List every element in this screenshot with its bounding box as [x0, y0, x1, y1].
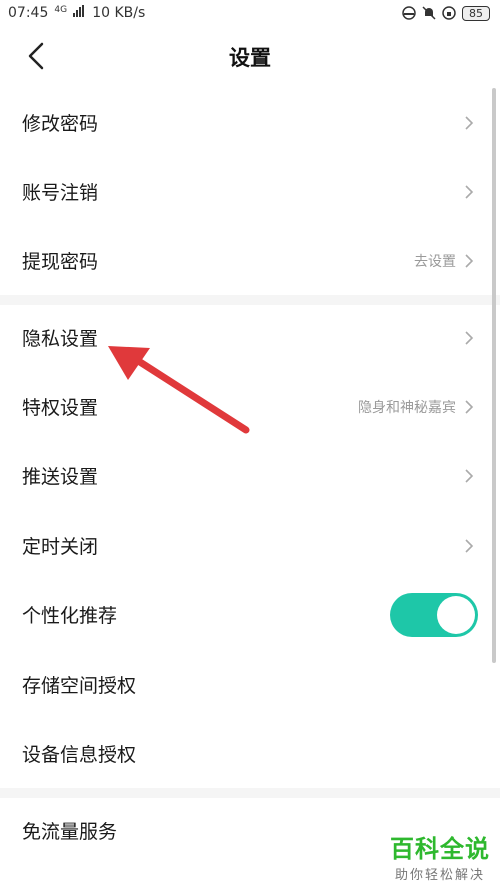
- do-not-disturb-icon: [402, 6, 416, 20]
- chevron-right-icon: [465, 184, 474, 199]
- battery-indicator: 85: [462, 5, 490, 21]
- row-label: 提现密码: [22, 251, 99, 273]
- personalized-toggle[interactable]: [390, 592, 478, 637]
- toggle-knob: [437, 595, 475, 634]
- row-value: 去设置: [414, 253, 456, 270]
- header: 设置: [0, 28, 500, 84]
- row-label: 设备信息授权: [22, 744, 137, 766]
- row-label: 账号注销: [22, 182, 99, 204]
- settings-row-timer-off[interactable]: 定时关闭: [0, 511, 490, 580]
- row-label: 修改密码: [22, 113, 99, 135]
- alarm-lock-icon: [442, 6, 456, 20]
- status-left: 07:45 4G 10 KB/s: [8, 5, 145, 21]
- chevron-right-icon: [465, 538, 474, 553]
- row-label: 存储空间授权: [22, 675, 137, 697]
- page-title: 设置: [229, 46, 271, 70]
- status-right: 85: [402, 5, 490, 21]
- settings-row-storage-permission[interactable]: 存储空间授权: [0, 650, 490, 719]
- watermark-title: 百科全说: [390, 835, 490, 863]
- settings-row-change-password[interactable]: 修改密码: [0, 88, 490, 157]
- settings-row-privileges[interactable]: 特权设置 隐身和神秘嘉宾: [0, 372, 490, 441]
- watermark: 百科全说 助你轻松解决: [390, 829, 490, 883]
- settings-row-withdraw-password[interactable]: 提现密码 去设置: [0, 226, 490, 295]
- chevron-right-icon: [465, 399, 474, 414]
- settings-row-push[interactable]: 推送设置: [0, 441, 490, 510]
- settings-row-device-info-permission[interactable]: 设备信息授权: [0, 719, 490, 788]
- chevron-right-icon: [465, 330, 474, 345]
- settings-row-privacy[interactable]: 隐私设置: [0, 303, 490, 372]
- row-value: 隐身和神秘嘉宾: [358, 399, 456, 416]
- bell-muted-icon: [422, 6, 436, 20]
- chevron-right-icon: [465, 253, 474, 268]
- chevron-right-icon: [465, 468, 474, 483]
- network-speed: 10 KB/s: [92, 4, 146, 21]
- signal-icon: [73, 5, 85, 18]
- watermark-subtitle: 助你轻松解决: [394, 868, 485, 883]
- row-label: 推送设置: [22, 466, 99, 488]
- scrollbar[interactable]: [492, 88, 496, 663]
- status-time: 07:45: [8, 4, 49, 21]
- chevron-right-icon: [465, 115, 474, 130]
- row-label: 特权设置: [22, 397, 99, 419]
- row-label: 个性化推荐: [22, 605, 118, 627]
- status-bar: 07:45 4G 10 KB/s 85: [0, 0, 500, 26]
- settings-row-delete-account[interactable]: 账号注销: [0, 157, 490, 226]
- network-indicator: 4G: [54, 5, 86, 21]
- settings-row-personalized: 个性化推荐: [0, 580, 490, 649]
- row-label: 隐私设置: [22, 328, 99, 350]
- network-tag: 4G: [54, 4, 68, 15]
- row-label: 定时关闭: [22, 536, 99, 558]
